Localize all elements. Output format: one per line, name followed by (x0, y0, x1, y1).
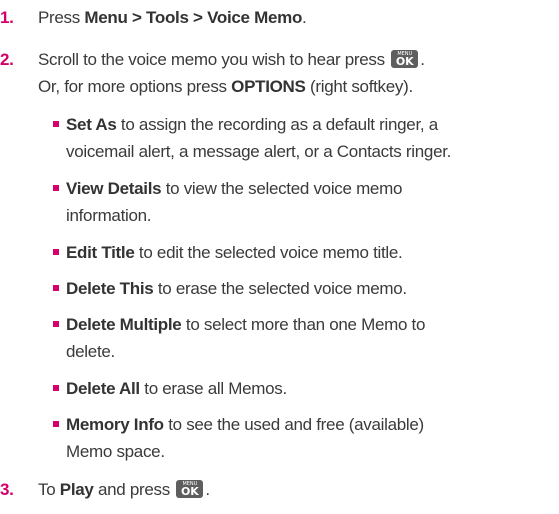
menu-path: Menu > Tools > Voice Memo (84, 8, 303, 27)
instruction-page: 1. Press Menu > Tools > Voice Memo. 2. S… (0, 0, 559, 514)
bullet-icon (53, 285, 59, 291)
step-number: 2. (0, 50, 14, 69)
bullet-icon (53, 421, 59, 427)
step-text: To (38, 480, 60, 499)
option-term: Delete Multiple (66, 315, 182, 334)
step-2: 2. Scroll to the voice memo you wish to … (0, 46, 555, 100)
option-item: View Details to view the selected voice … (53, 175, 556, 229)
option-term: Memory Info (66, 415, 164, 434)
step-3: 3. To Play and press MENU OK. (0, 476, 555, 503)
option-desc: to view the selected voice memo (161, 179, 403, 198)
menu-ok-key-icon: MENU OK (391, 50, 419, 68)
bullet-icon (53, 185, 59, 191)
bullet-icon (53, 121, 59, 127)
option-desc: voicemail alert, a message alert, or a C… (66, 142, 452, 161)
step-number: 1. (0, 8, 14, 27)
option-term: Edit Title (66, 243, 135, 262)
option-term: Set As (66, 115, 117, 134)
bullet-icon (53, 321, 59, 327)
softkey-label: OPTIONS (231, 77, 306, 96)
bullet-icon (53, 385, 59, 391)
option-desc: to edit the selected voice memo title. (134, 243, 403, 262)
option-item: Set As to assign the recording as a defa… (53, 111, 556, 165)
option-desc: Memo space. (66, 442, 165, 461)
step-text: Press (38, 8, 85, 27)
option-desc: to erase all Memos. (139, 379, 287, 398)
step-text: Scroll to the voice memo you wish to hea… (38, 50, 390, 69)
key-bottom-label: OK (180, 485, 199, 498)
option-item: Delete This to erase the selected voice … (53, 275, 556, 302)
step-1: 1. Press Menu > Tools > Voice Memo. (0, 4, 555, 31)
option-item: Memory Info to see the used and free (av… (53, 411, 556, 465)
option-item: Delete All to erase all Memos. (53, 375, 556, 402)
step-text-end: (right softkey). (305, 77, 413, 96)
bullet-icon (53, 249, 59, 255)
option-term: Delete This (66, 279, 154, 298)
option-desc: to erase the selected voice memo. (153, 279, 407, 298)
step-text-end: . (420, 50, 425, 69)
step-text-end: . (302, 8, 307, 27)
menu-ok-key-icon: MENU OK (176, 480, 204, 498)
option-desc: to see the used and free (available) (163, 415, 424, 434)
option-item: Edit Title to edit the selected voice me… (53, 239, 556, 266)
option-item: Delete Multiple to select more than one … (53, 311, 556, 365)
step-text: Or, for more options press (38, 77, 232, 96)
option-desc: to select more than one Memo to (181, 315, 426, 334)
option-desc: to assign the recording as a default rin… (116, 115, 438, 134)
option-desc: information. (66, 206, 152, 225)
step-text: and press (93, 480, 175, 499)
option-desc: delete. (66, 342, 115, 361)
option-term: View Details (66, 179, 162, 198)
option-term: Delete All (66, 379, 140, 398)
step-number: 3. (0, 480, 14, 499)
action-label: Play (59, 480, 94, 499)
key-bottom-label: OK (395, 55, 414, 68)
